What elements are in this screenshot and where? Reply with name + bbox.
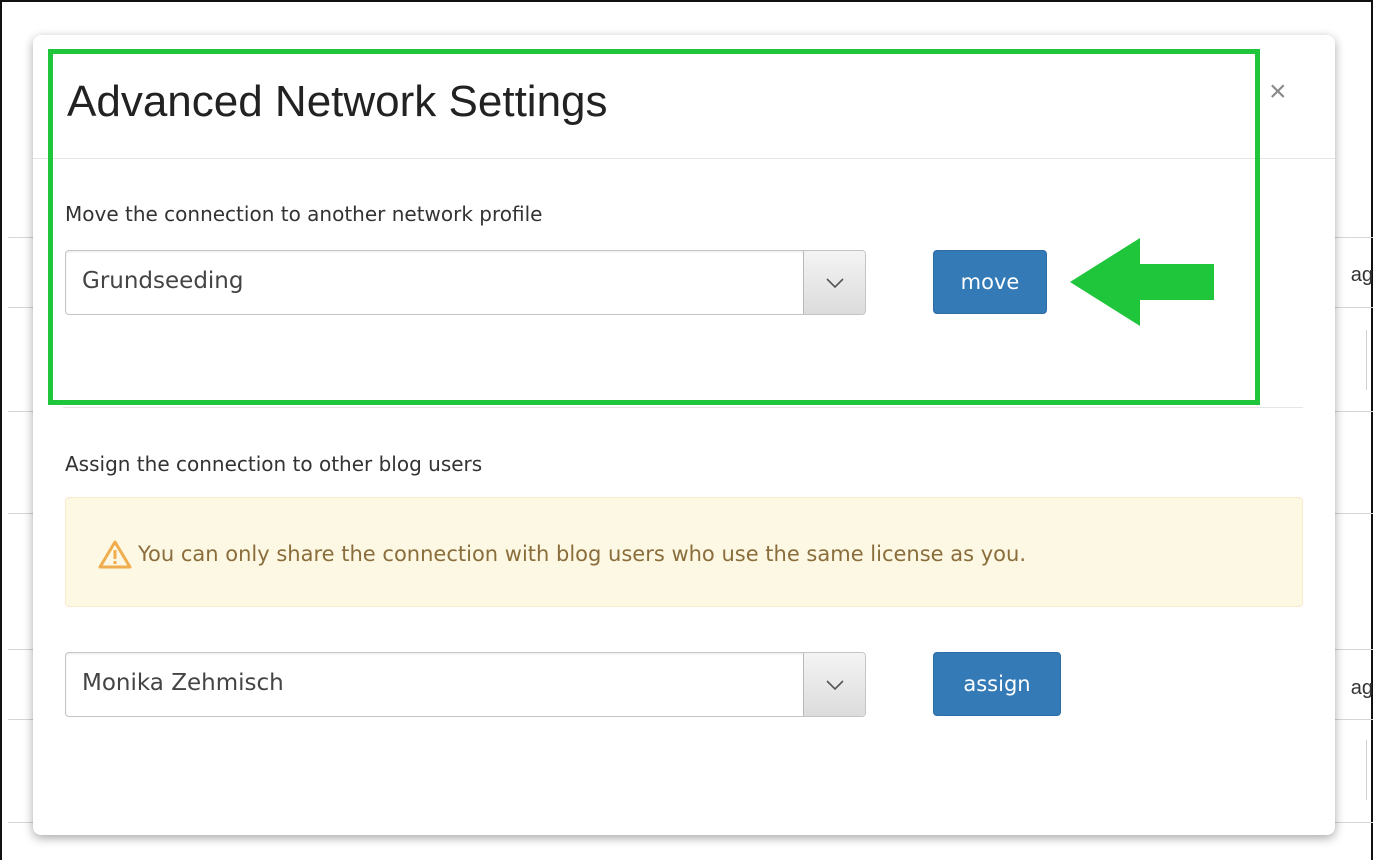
warning-triangle-icon <box>98 539 132 573</box>
background-column-divider <box>1366 330 1367 390</box>
assign-button[interactable]: assign <box>933 652 1061 716</box>
section-divider <box>63 407 1303 408</box>
arrow-left-icon <box>1070 238 1214 326</box>
close-icon[interactable]: × <box>1269 77 1287 107</box>
background-row-text: ag <box>1350 264 1373 286</box>
blog-user-select[interactable]: Monika Zehmisch <box>65 652 866 717</box>
background-row-text: ag <box>1350 677 1373 699</box>
assign-section-label: Assign the connection to other blog user… <box>65 452 483 476</box>
background-column-divider <box>1366 740 1367 800</box>
license-warning-alert: You can only share the connection with b… <box>65 497 1303 607</box>
annotation-highlight-box <box>48 49 1260 405</box>
blog-user-select-value: Monika Zehmisch <box>82 670 284 696</box>
warning-text: You can only share the connection with b… <box>138 542 1027 566</box>
chevron-down-icon[interactable] <box>803 653 865 716</box>
